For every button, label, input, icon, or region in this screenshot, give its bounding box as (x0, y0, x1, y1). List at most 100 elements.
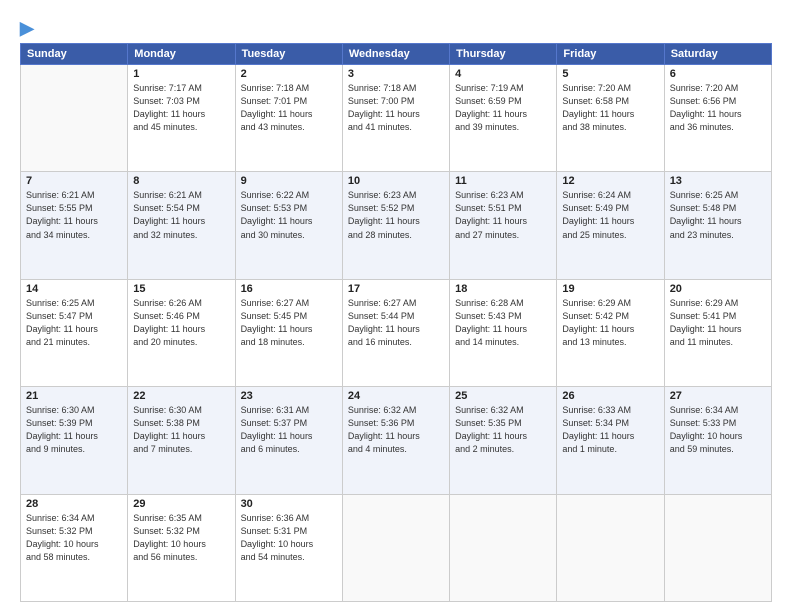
calendar-cell: 16 Sunrise: 6:27 AM Sunset: 5:45 PM Dayli… (235, 279, 342, 386)
day-number: 12 (562, 175, 658, 187)
day-number: 16 (241, 283, 337, 295)
calendar-cell (557, 494, 664, 601)
day-info: Sunrise: 7:19 AM Sunset: 6:59 PM Dayligh… (455, 82, 551, 134)
day-number: 29 (133, 498, 229, 510)
day-info: Sunrise: 6:22 AM Sunset: 5:53 PM Dayligh… (241, 189, 337, 241)
day-info: Sunrise: 6:23 AM Sunset: 5:52 PM Dayligh… (348, 189, 444, 241)
calendar-cell: 29 Sunrise: 6:35 AM Sunset: 5:32 PM Dayli… (128, 494, 235, 601)
calendar-cell: 19 Sunrise: 6:29 AM Sunset: 5:42 PM Dayli… (557, 279, 664, 386)
week-row-5: 28 Sunrise: 6:34 AM Sunset: 5:32 PM Dayli… (21, 494, 772, 601)
calendar-cell: 10 Sunrise: 6:23 AM Sunset: 5:52 PM Dayli… (342, 172, 449, 279)
calendar-cell: 15 Sunrise: 6:26 AM Sunset: 5:46 PM Dayli… (128, 279, 235, 386)
calendar-header-monday: Monday (128, 44, 235, 65)
calendar-cell: 20 Sunrise: 6:29 AM Sunset: 5:41 PM Dayli… (664, 279, 771, 386)
day-info: Sunrise: 7:17 AM Sunset: 7:03 PM Dayligh… (133, 82, 229, 134)
calendar: SundayMondayTuesdayWednesdayThursdayFrid… (20, 43, 772, 602)
calendar-cell: 4 Sunrise: 7:19 AM Sunset: 6:59 PM Daylig… (450, 65, 557, 172)
day-number: 14 (26, 283, 122, 295)
calendar-cell: 25 Sunrise: 6:32 AM Sunset: 5:35 PM Dayli… (450, 387, 557, 494)
day-number: 28 (26, 498, 122, 510)
day-number: 1 (133, 68, 229, 80)
day-number: 26 (562, 390, 658, 402)
day-info: Sunrise: 6:27 AM Sunset: 5:44 PM Dayligh… (348, 297, 444, 349)
calendar-cell: 27Sunrise: 6:34 AM Sunset: 5:33 PM Dayli… (664, 387, 771, 494)
day-number: 7 (26, 175, 122, 187)
week-row-2: 7 Sunrise: 6:21 AM Sunset: 5:55 PM Daylig… (21, 172, 772, 279)
logo-bird-icon: ▶ (20, 18, 34, 38)
day-number: 2 (241, 68, 337, 80)
calendar-cell: 9 Sunrise: 6:22 AM Sunset: 5:53 PM Daylig… (235, 172, 342, 279)
day-number: 19 (562, 283, 658, 295)
day-number: 21 (26, 390, 122, 402)
week-row-4: 21 Sunrise: 6:30 AM Sunset: 5:39 PM Dayli… (21, 387, 772, 494)
day-info: Sunrise: 6:30 AM Sunset: 5:39 PM Dayligh… (26, 404, 122, 456)
calendar-cell (450, 494, 557, 601)
day-number: 3 (348, 68, 444, 80)
calendar-header-saturday: Saturday (664, 44, 771, 65)
day-info: Sunrise: 6:26 AM Sunset: 5:46 PM Dayligh… (133, 297, 229, 349)
day-info: Sunrise: 6:21 AM Sunset: 5:55 PM Dayligh… (26, 189, 122, 241)
week-row-1: 1 Sunrise: 7:17 AM Sunset: 7:03 PM Daylig… (21, 65, 772, 172)
day-info: Sunrise: 7:18 AM Sunset: 7:01 PM Dayligh… (241, 82, 337, 134)
calendar-cell: 22Sunrise: 6:30 AM Sunset: 5:38 PM Dayli… (128, 387, 235, 494)
day-info: Sunrise: 6:29 AM Sunset: 5:42 PM Dayligh… (562, 297, 658, 349)
day-info: Sunrise: 6:32 AM Sunset: 5:35 PM Dayligh… (455, 404, 551, 456)
day-info: Sunrise: 7:20 AM Sunset: 6:58 PM Dayligh… (562, 82, 658, 134)
day-number: 11 (455, 175, 551, 187)
day-info: Sunrise: 6:34 AM Sunset: 5:32 PM Dayligh… (26, 512, 122, 564)
week-row-3: 14 Sunrise: 6:25 AM Sunset: 5:47 PM Dayli… (21, 279, 772, 386)
day-info: Sunrise: 6:30 AM Sunset: 5:38 PM Dayligh… (133, 404, 229, 456)
calendar-cell: 13 Sunrise: 6:25 AM Sunset: 5:48 PM Dayli… (664, 172, 771, 279)
day-info: Sunrise: 6:25 AM Sunset: 5:47 PM Dayligh… (26, 297, 122, 349)
day-number: 5 (562, 68, 658, 80)
day-number: 30 (241, 498, 337, 510)
calendar-header-wednesday: Wednesday (342, 44, 449, 65)
day-number: 4 (455, 68, 551, 80)
day-info: Sunrise: 6:35 AM Sunset: 5:32 PM Dayligh… (133, 512, 229, 564)
day-info: Sunrise: 6:36 AM Sunset: 5:31 PM Dayligh… (241, 512, 337, 564)
day-number: 24 (348, 390, 444, 402)
calendar-cell: 24 Sunrise: 6:32 AM Sunset: 5:36 PM Dayli… (342, 387, 449, 494)
calendar-header-sunday: Sunday (21, 44, 128, 65)
calendar-cell: 23 Sunrise: 6:31 AM Sunset: 5:37 PM Dayli… (235, 387, 342, 494)
calendar-cell: 18Sunrise: 6:28 AM Sunset: 5:43 PM Dayli… (450, 279, 557, 386)
day-info: Sunrise: 6:29 AM Sunset: 5:41 PM Dayligh… (670, 297, 766, 349)
calendar-header-row: SundayMondayTuesdayWednesdayThursdayFrid… (21, 44, 772, 65)
day-info: Sunrise: 7:18 AM Sunset: 7:00 PM Dayligh… (348, 82, 444, 134)
calendar-cell (664, 494, 771, 601)
calendar-cell: 7 Sunrise: 6:21 AM Sunset: 5:55 PM Daylig… (21, 172, 128, 279)
day-number: 13 (670, 175, 766, 187)
day-info: Sunrise: 7:20 AM Sunset: 6:56 PM Dayligh… (670, 82, 766, 134)
calendar-header-thursday: Thursday (450, 44, 557, 65)
day-number: 9 (241, 175, 337, 187)
calendar-cell: 28 Sunrise: 6:34 AM Sunset: 5:32 PM Dayli… (21, 494, 128, 601)
day-number: 25 (455, 390, 551, 402)
day-number: 15 (133, 283, 229, 295)
calendar-cell: 1 Sunrise: 7:17 AM Sunset: 7:03 PM Daylig… (128, 65, 235, 172)
day-number: 6 (670, 68, 766, 80)
calendar-cell: 26 Sunrise: 6:33 AM Sunset: 5:34 PM Dayli… (557, 387, 664, 494)
day-info: Sunrise: 6:31 AM Sunset: 5:37 PM Dayligh… (241, 404, 337, 456)
day-number: 17 (348, 283, 444, 295)
day-number: 18 (455, 283, 551, 295)
day-info: Sunrise: 6:33 AM Sunset: 5:34 PM Dayligh… (562, 404, 658, 456)
day-number: 20 (670, 283, 766, 295)
day-info: Sunrise: 6:32 AM Sunset: 5:36 PM Dayligh… (348, 404, 444, 456)
calendar-cell: 11 Sunrise: 6:23 AM Sunset: 5:51 PM Dayli… (450, 172, 557, 279)
calendar-cell: 3 Sunrise: 7:18 AM Sunset: 7:00 PM Daylig… (342, 65, 449, 172)
calendar-cell: 14 Sunrise: 6:25 AM Sunset: 5:47 PM Dayli… (21, 279, 128, 386)
day-info: Sunrise: 6:27 AM Sunset: 5:45 PM Dayligh… (241, 297, 337, 349)
day-info: Sunrise: 6:34 AM Sunset: 5:33 PM Dayligh… (670, 404, 766, 456)
calendar-cell: 8Sunrise: 6:21 AM Sunset: 5:54 PM Daylig… (128, 172, 235, 279)
day-number: 10 (348, 175, 444, 187)
calendar-cell: 5 Sunrise: 7:20 AM Sunset: 6:58 PM Daylig… (557, 65, 664, 172)
day-number: 23 (241, 390, 337, 402)
calendar-cell: 30 Sunrise: 6:36 AM Sunset: 5:31 PM Dayli… (235, 494, 342, 601)
day-info: Sunrise: 6:23 AM Sunset: 5:51 PM Dayligh… (455, 189, 551, 241)
calendar-cell (21, 65, 128, 172)
day-info: Sunrise: 6:25 AM Sunset: 5:48 PM Dayligh… (670, 189, 766, 241)
calendar-cell: 12Sunrise: 6:24 AM Sunset: 5:49 PM Dayli… (557, 172, 664, 279)
calendar-cell (342, 494, 449, 601)
day-number: 8 (133, 175, 229, 187)
calendar-cell: 17 Sunrise: 6:27 AM Sunset: 5:44 PM Dayli… (342, 279, 449, 386)
